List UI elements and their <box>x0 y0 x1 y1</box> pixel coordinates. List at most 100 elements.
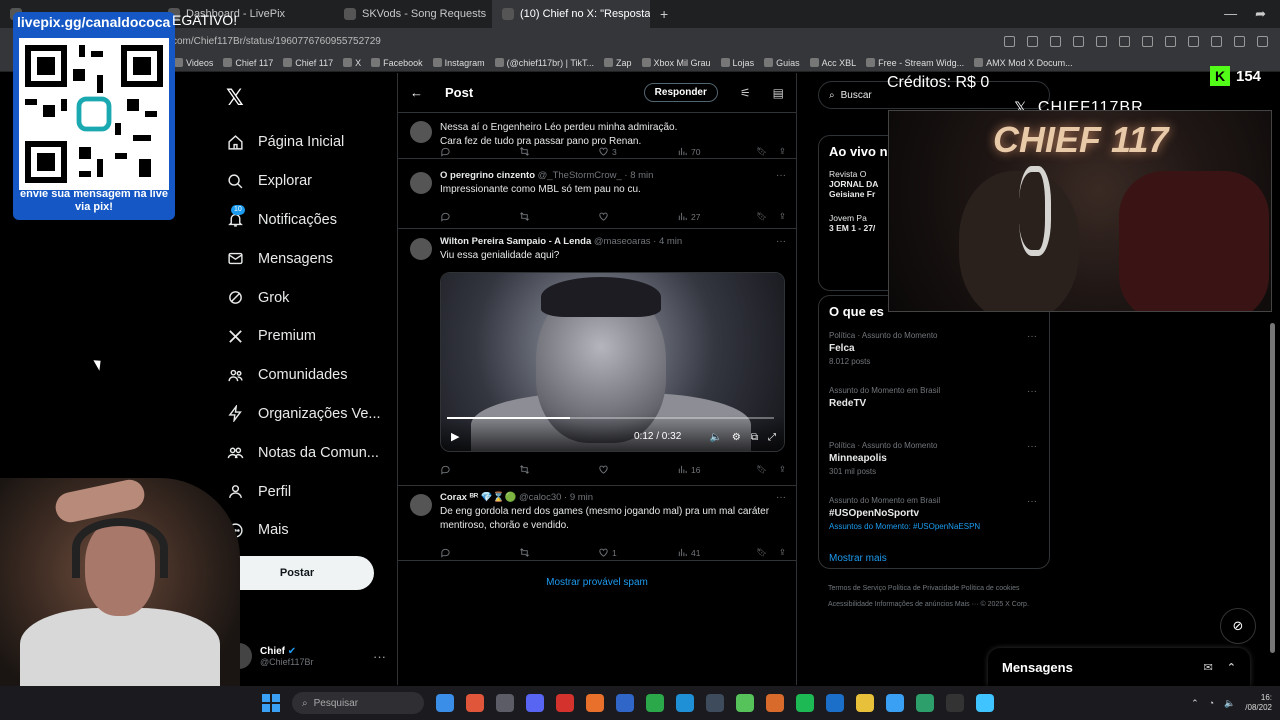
address-bar[interactable]: com/Chief117Br/status/196077676095575272… <box>0 28 1280 54</box>
tweet[interactable]: Corax ᴮᴿ 💎⌛🟢 @caloc30 · 9 min ··· De eng g… <box>398 486 796 561</box>
new-tab-button[interactable]: + <box>650 6 678 22</box>
extension-icon[interactable] <box>1142 35 1153 47</box>
author-name[interactable]: Wilton Pereira Sampaio - A Lenda <box>440 236 591 247</box>
bookmark-item[interactable]: AMX Mod X Docum... <box>974 58 1073 68</box>
extension-icon[interactable] <box>1188 35 1199 47</box>
messages-drawer[interactable]: Mensagens ✉ ⌃ <box>988 648 1250 686</box>
more-icon[interactable]: ··· <box>1027 496 1037 507</box>
retweet-icon[interactable] <box>519 211 598 222</box>
taskbar-app-icon[interactable] <box>886 694 904 712</box>
browser-tab-active[interactable]: (10) Chief no X: "Resposta ao @✕ <box>492 0 650 28</box>
footer-link[interactable]: © 2025 X Corp. <box>981 601 1029 608</box>
wifi-icon[interactable]: ◔ <box>1209 698 1214 708</box>
tweet[interactable]: O peregrino cinzento @_TheStormCrow_ · 8… <box>398 164 796 229</box>
sidebar-item-more[interactable]: Mais <box>226 511 381 550</box>
taskbar-app-icon[interactable] <box>676 694 694 712</box>
trend-item[interactable]: Política · Assunto do Momento Minneapolis… <box>819 437 1049 492</box>
like-icon[interactable]: 3 <box>598 146 677 157</box>
reply-icon[interactable] <box>440 211 519 222</box>
more-icon[interactable]: ··· <box>776 236 786 247</box>
views-icon[interactable]: 27 <box>677 211 756 222</box>
footer-link[interactable]: Mais ··· <box>955 601 979 608</box>
chevron-up-icon[interactable]: ⌃ <box>1191 698 1199 709</box>
extension-icon[interactable] <box>1211 35 1222 47</box>
taskbar-app-icon[interactable] <box>856 694 874 712</box>
reply-icon[interactable] <box>440 464 519 475</box>
more-icon[interactable]: ··· <box>1027 441 1037 452</box>
share-icon[interactable]: ⇪ <box>779 146 786 157</box>
bookmark-item[interactable]: Xbox Mil Grau <box>641 58 711 68</box>
share-icon[interactable]: ⇪ <box>779 547 786 558</box>
author-handle[interactable]: @_TheStormCrow_ <box>538 170 622 181</box>
taskbar-app-icon[interactable] <box>646 694 664 712</box>
views-icon[interactable]: 16 <box>677 464 756 475</box>
bookmark-icon[interactable]: 🔖︎ <box>756 211 767 222</box>
avatar[interactable] <box>410 238 432 260</box>
taskbar-search[interactable]: ⌕ Pesquisar <box>292 692 424 714</box>
taskbar-app-icon[interactable] <box>916 694 934 712</box>
sidebar-item-search[interactable]: Explorar <box>226 162 381 201</box>
minimize-icon[interactable]: — <box>1224 6 1237 22</box>
more-icon[interactable]: ··· <box>776 492 786 503</box>
more-icon[interactable]: ··· <box>776 170 786 181</box>
bookmark-item[interactable]: Guias <box>764 58 800 68</box>
extension-icon[interactable] <box>1073 35 1084 47</box>
like-icon[interactable]: 1 <box>598 547 677 558</box>
scrollbar[interactable] <box>1270 323 1275 653</box>
taskbar-app-icon[interactable] <box>976 694 994 712</box>
show-spam-link[interactable]: Mostrar provável spam <box>398 577 796 588</box>
video-progress-bar[interactable] <box>447 417 774 419</box>
sidebar-item-mail[interactable]: Mensagens <box>226 239 381 278</box>
tweet[interactable]: Nessa aí o Engenheiro Léo perdeu minha a… <box>398 113 796 159</box>
taskbar-app-icon[interactable] <box>736 694 754 712</box>
post-button[interactable]: Postar <box>220 556 374 590</box>
author-handle[interactable]: @caloc30 <box>519 492 561 503</box>
more-icon[interactable]: ··· <box>373 649 386 664</box>
taskbar-app-icon[interactable] <box>556 694 574 712</box>
expand-icon[interactable]: ⌃ <box>1227 661 1236 674</box>
bookmark-item[interactable]: X <box>343 58 361 68</box>
taskbar-app-icon[interactable] <box>586 694 604 712</box>
taskbar-app-icon[interactable] <box>826 694 844 712</box>
retweet-icon[interactable] <box>519 146 598 157</box>
browser-tab[interactable]: SKVods - Song Requests <box>334 0 492 28</box>
sidebar-item-grok[interactable]: Grok <box>226 278 381 317</box>
sidebar-item-person[interactable]: Perfil <box>226 472 381 511</box>
bookmark-item[interactable]: Zap <box>604 58 632 68</box>
bookmark-item[interactable]: Instagram <box>432 58 485 68</box>
extension-icon[interactable] <box>1119 35 1130 47</box>
sidebar-item-bell[interactable]: 10 Notificações <box>226 201 381 240</box>
footer-link[interactable]: Política de Privacidade <box>888 585 959 592</box>
like-icon[interactable] <box>598 464 677 475</box>
footer-link[interactable]: Informações de anúncios <box>875 601 953 608</box>
taskbar-app-icon[interactable] <box>526 694 544 712</box>
views-icon[interactable]: 41 <box>677 547 756 558</box>
sidebar-item-x[interactable]: Premium <box>226 317 381 356</box>
bookmark-icon[interactable]: 🔖︎ <box>756 146 767 157</box>
share-icon[interactable]: ⇪ <box>779 211 786 222</box>
bookmark-item[interactable]: (@chief117br) | TikT... <box>494 58 594 68</box>
sidebar-item-people[interactable]: Comunidades <box>226 356 381 395</box>
account-switcher[interactable]: Chief ✔ @Chief117Br ··· <box>226 643 386 669</box>
tweet-time[interactable]: · 8 min <box>624 170 653 181</box>
more-icon[interactable]: ··· <box>1027 331 1037 342</box>
retweet-icon[interactable] <box>519 547 598 558</box>
gear-icon[interactable]: ⚙ <box>732 432 741 443</box>
taskbar-app-icon[interactable] <box>616 694 634 712</box>
footer-link[interactable]: Termos de Serviço <box>828 585 886 592</box>
extension-icon[interactable] <box>1165 35 1176 47</box>
x-logo-icon[interactable]: 𝕏 <box>226 85 244 111</box>
bookmark-item[interactable]: Lojas <box>720 58 754 68</box>
volume-icon[interactable]: 🔈 <box>1224 698 1235 709</box>
back-arrow-icon[interactable]: ← <box>410 85 423 100</box>
extension-icon[interactable] <box>1004 35 1015 47</box>
popout-icon[interactable]: ⧉ <box>751 432 758 443</box>
share-icon[interactable]: ⇪ <box>779 464 786 475</box>
trend-item[interactable]: Assunto do Momento em Brasil RedeTV ··· <box>819 382 1049 437</box>
avatar[interactable] <box>410 494 432 516</box>
reply-button[interactable]: Responder <box>643 83 718 102</box>
clock[interactable]: 16:/08/202 <box>1245 693 1272 713</box>
taskbar-app-icon[interactable] <box>466 694 484 712</box>
bookmark-item[interactable]: Chief 117 <box>283 58 333 68</box>
trend-item[interactable]: Assunto do Momento em Brasil #USOpenNoSpo… <box>819 492 1049 547</box>
